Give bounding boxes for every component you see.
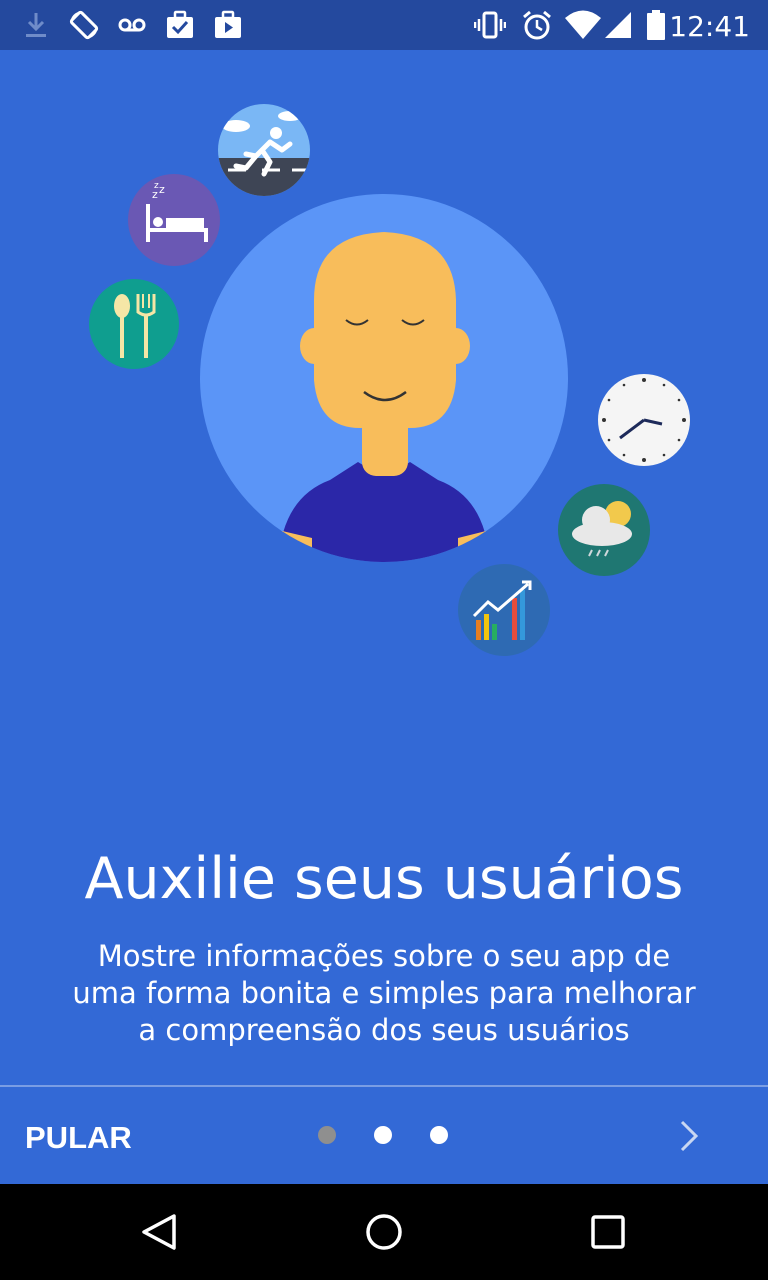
svg-text:z: z: [154, 181, 159, 191]
page-dot-1[interactable]: [318, 1126, 336, 1144]
work-check-icon: [167, 10, 193, 38]
wifi-icon: [565, 10, 601, 39]
sleep-icon: z z z: [128, 174, 220, 266]
running-icon: [218, 104, 310, 196]
food-icon: [89, 279, 179, 369]
svg-text:z: z: [159, 183, 165, 196]
status-clock: 12:41: [669, 10, 750, 43]
play-store-icon: [215, 10, 241, 38]
weather-icon: [558, 484, 650, 576]
onboarding-screen: z z z Auxilie seus usuários Mostre infor…: [0, 50, 768, 1184]
page-dot-3[interactable]: [430, 1126, 448, 1144]
skip-button[interactable]: PULAR: [25, 1120, 132, 1156]
page-dot-2[interactable]: [374, 1126, 392, 1144]
status-bar: 12:41: [0, 0, 768, 50]
recents-icon[interactable]: [580, 1204, 636, 1260]
signal-icon: [605, 12, 631, 38]
navigation-bar: [0, 1184, 768, 1280]
alarm-icon: [523, 10, 551, 40]
home-icon[interactable]: [356, 1204, 412, 1260]
person-avatar: [200, 194, 568, 562]
chart-icon: [458, 564, 550, 656]
back-icon[interactable]: [132, 1204, 188, 1260]
onboarding-illustration: z z z: [89, 104, 690, 656]
voicemail-icon: [118, 18, 146, 32]
download-icon: [26, 13, 46, 37]
vibrate-icon: [474, 11, 506, 39]
page-indicator: [318, 1126, 448, 1144]
footer-divider: [0, 1085, 768, 1087]
page-title: Auxilie seus usuários: [84, 846, 684, 912]
chevron-right-icon[interactable]: [670, 1112, 710, 1160]
page-description: Mostre informações sobre o seu app de um…: [72, 939, 696, 1047]
battery-icon: [647, 10, 665, 40]
screen-rotation-icon: [69, 10, 99, 40]
clock-icon: [598, 374, 690, 466]
